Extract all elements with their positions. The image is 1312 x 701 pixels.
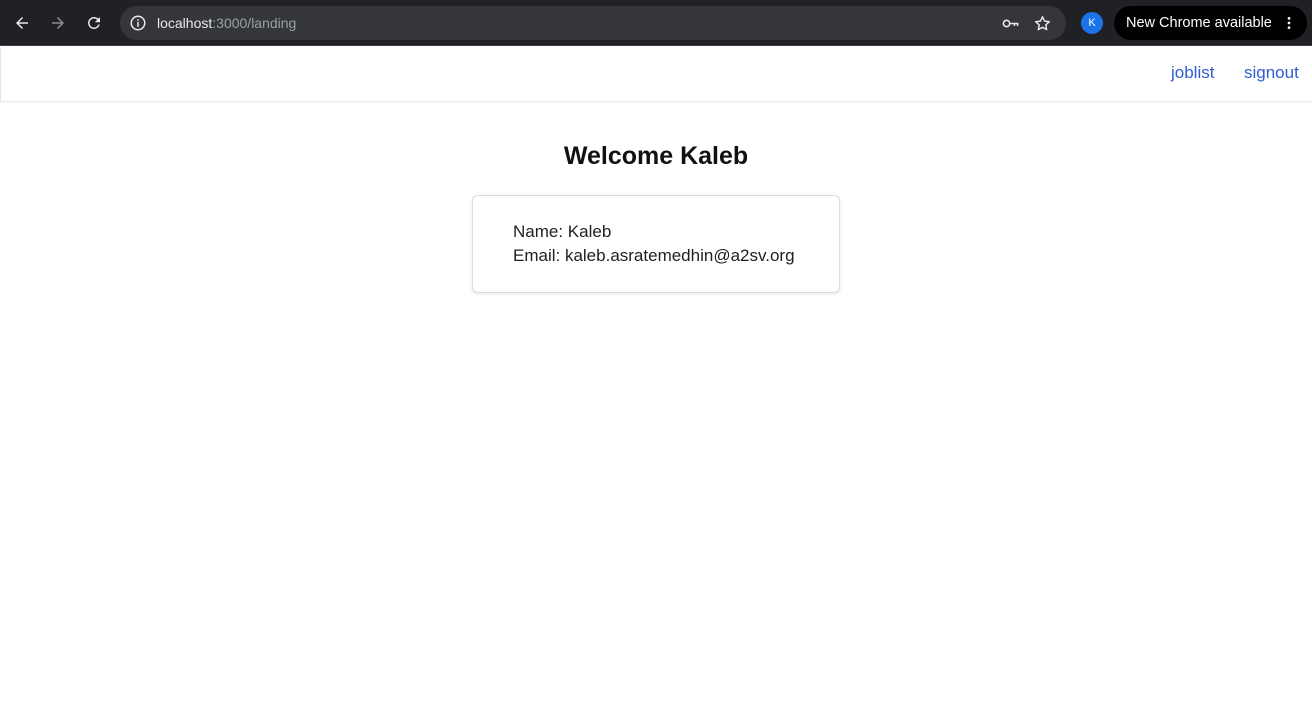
key-icon[interactable] (1000, 13, 1020, 33)
profile-avatar[interactable]: K (1081, 12, 1103, 34)
name-text: Name: Kaleb (513, 222, 612, 241)
email-text: Email: kaleb.asratemedhin@a2sv.org (513, 246, 795, 265)
url-text: localhost:3000/landing (157, 15, 296, 31)
arrow-left-icon (16, 17, 28, 29)
back-button[interactable] (6, 7, 38, 39)
chrome-update-button[interactable]: New Chrome available (1114, 6, 1307, 40)
arrow-right-icon (52, 17, 64, 29)
info-icon[interactable] (128, 13, 148, 33)
reload-icon (87, 16, 100, 29)
joblist-link[interactable]: joblist (1171, 63, 1214, 83)
update-label: New Chrome available (1126, 15, 1272, 31)
signout-link[interactable]: signout (1244, 63, 1299, 83)
browser-toolbar: localhost:3000/landing K New Chrome avai… (0, 0, 1312, 46)
url-host: localhost (157, 15, 213, 31)
profile-card: Name: Kaleb Email: kaleb.asratemedhin@a2… (472, 195, 840, 293)
reload-button[interactable] (78, 7, 110, 39)
more-vertical-icon[interactable] (1281, 15, 1297, 31)
forward-button[interactable] (42, 7, 74, 39)
url-path: :3000/landing (212, 15, 297, 31)
star-icon[interactable] (1032, 13, 1052, 33)
address-bar[interactable]: localhost:3000/landing (120, 6, 1066, 40)
page-title: Welcome Kaleb (563, 142, 749, 170)
top-navbar: joblist signout (0, 47, 1312, 102)
